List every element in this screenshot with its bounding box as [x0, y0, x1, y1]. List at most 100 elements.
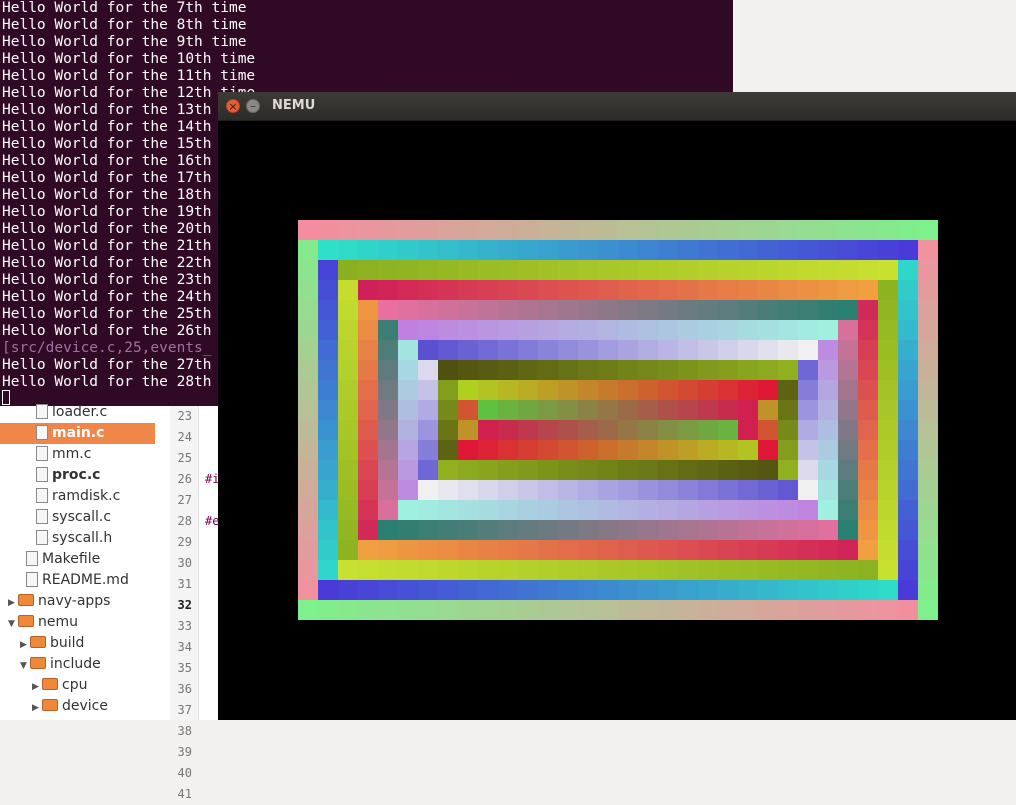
pixel-block	[518, 340, 538, 360]
pixel-block	[298, 220, 318, 240]
pixel-block	[738, 340, 758, 360]
tree-item-mm-c[interactable]: mm.c	[8, 444, 91, 465]
pixel-block	[518, 520, 538, 540]
pixel-block	[578, 480, 598, 500]
line-number: 26	[177, 472, 192, 486]
pixel-block	[438, 420, 458, 440]
pixel-block	[378, 520, 398, 540]
tree-item-nemu[interactable]: ▼ nemu	[8, 612, 78, 633]
pixel-block	[698, 420, 718, 440]
line-number: 23	[177, 409, 192, 423]
pixel-block	[398, 420, 418, 440]
pixel-block	[578, 300, 598, 320]
pixel-block	[778, 300, 798, 320]
pixel-block	[598, 380, 618, 400]
pixel-block	[718, 480, 738, 500]
pixel-block	[658, 400, 678, 420]
code-editor[interactable]: #i #e	[199, 406, 219, 720]
minimize-icon[interactable]: –	[246, 99, 260, 113]
terminal-line: Hello World for the 25th	[2, 306, 212, 322]
tree-item-include[interactable]: ▼ include	[20, 654, 101, 675]
tree-item-makefile[interactable]: Makefile	[8, 549, 100, 570]
pixel-block	[458, 280, 478, 300]
pixel-block	[718, 240, 738, 260]
pixel-block	[598, 480, 618, 500]
expanded-arrow-icon[interactable]: ▼	[8, 614, 18, 635]
pixel-block	[378, 560, 398, 580]
pixel-block	[898, 220, 918, 240]
line-number: 29	[177, 535, 192, 549]
pixel-block	[838, 320, 858, 340]
pixel-block	[778, 260, 798, 280]
pixel-block	[318, 220, 338, 240]
pixel-block	[898, 580, 918, 600]
expanded-arrow-icon[interactable]: ▼	[20, 656, 30, 677]
pixel-block	[358, 420, 378, 440]
pixel-block	[758, 580, 778, 600]
pixel-block	[778, 600, 798, 620]
pixel-block	[438, 480, 458, 500]
pixel-block	[818, 600, 838, 620]
pixel-block	[378, 380, 398, 400]
pixel-block	[418, 500, 438, 520]
pixel-block	[698, 580, 718, 600]
pixel-block	[658, 420, 678, 440]
tree-item-cpu[interactable]: ▶ cpu	[32, 675, 87, 696]
terminal-line: Hello World for the 28th	[2, 374, 212, 390]
project-explorer[interactable]: loader.c main.c mm.c proc.c ramdisk.c syscall…	[0, 404, 171, 720]
pixel-block	[358, 320, 378, 340]
tree-item-main-c[interactable]: main.c	[0, 423, 155, 444]
pixel-block	[898, 600, 918, 620]
collapsed-arrow-icon[interactable]: ▶	[8, 593, 18, 614]
tree-item-loader-c[interactable]: loader.c	[8, 402, 107, 423]
tree-item-label: cpu	[62, 677, 88, 693]
pixel-block	[698, 460, 718, 480]
pixel-block	[298, 480, 318, 500]
pixel-block	[498, 220, 518, 240]
tree-item-ramdisk-c[interactable]: ramdisk.c	[8, 486, 120, 507]
pixel-block	[318, 260, 338, 280]
window-title: NEMU	[272, 98, 316, 113]
pixel-block	[358, 560, 378, 580]
close-icon[interactable]: ×	[226, 99, 240, 113]
pixel-block	[738, 380, 758, 400]
pixel-block	[798, 260, 818, 280]
pixel-block	[398, 520, 418, 540]
pixel-block	[478, 420, 498, 440]
pixel-block	[398, 500, 418, 520]
pixel-block	[378, 600, 398, 620]
collapsed-arrow-icon[interactable]: ▶	[32, 677, 42, 698]
pixel-block	[698, 240, 718, 260]
pixel-block	[618, 380, 638, 400]
pixel-block	[498, 340, 518, 360]
tree-item-readme-md[interactable]: README.md	[8, 570, 129, 591]
collapsed-arrow-icon[interactable]: ▶	[20, 635, 30, 656]
tree-item-proc-c[interactable]: proc.c	[8, 465, 100, 486]
collapsed-arrow-icon[interactable]: ▶	[32, 698, 42, 719]
pixel-block	[878, 420, 898, 440]
line-number: 24	[177, 430, 192, 444]
pixel-block	[598, 500, 618, 520]
pixel-block	[498, 420, 518, 440]
tree-item-build[interactable]: ▶ build	[20, 633, 84, 654]
tree-item-syscall-c[interactable]: syscall.c	[8, 507, 111, 528]
tree-item-syscall-h[interactable]: syscall.h	[8, 528, 112, 549]
pixel-block	[418, 340, 438, 360]
pixel-block	[478, 440, 498, 460]
pixel-block	[338, 600, 358, 620]
tree-item-device[interactable]: ▶ device	[32, 696, 108, 717]
pixel-block	[538, 560, 558, 580]
pixel-block	[518, 300, 538, 320]
nemu-window[interactable]: × – NEMU	[218, 92, 1016, 720]
tree-item-navy-apps[interactable]: ▶ navy-apps	[8, 591, 110, 612]
pixel-block	[438, 540, 458, 560]
pixel-block	[738, 300, 758, 320]
line-number: 33	[177, 619, 192, 633]
pixel-block	[358, 480, 378, 500]
pixel-block	[638, 580, 658, 600]
pixel-block	[338, 240, 358, 260]
pixel-block	[498, 440, 518, 460]
folder-icon	[18, 615, 34, 627]
nemu-titlebar[interactable]: × – NEMU	[218, 92, 1016, 121]
pixel-block	[378, 540, 398, 560]
